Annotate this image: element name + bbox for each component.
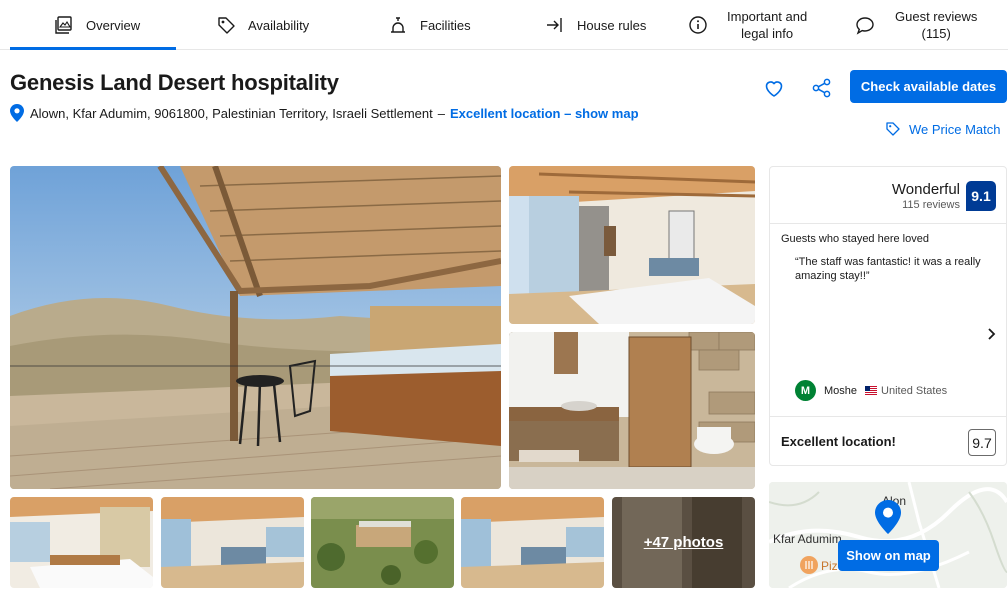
tab-label: Guest reviews (115) xyxy=(895,8,977,42)
page-title: Genesis Land Desert hospitality xyxy=(10,70,339,95)
divider xyxy=(770,223,1006,224)
bedroom-image xyxy=(509,166,755,324)
photo-bedroom-view[interactable] xyxy=(509,166,755,324)
location-score-label: Excellent location! xyxy=(781,434,896,449)
guests-loved-heading: Guests who stayed here loved xyxy=(781,233,929,245)
bell-icon xyxy=(386,13,410,37)
more-photos-link[interactable]: +47 photos xyxy=(612,497,755,588)
enter-icon xyxy=(543,13,567,37)
tab-label-line1: Important and xyxy=(727,9,808,24)
rating-word: Wonderful xyxy=(891,181,960,198)
tab-facilities[interactable]: Facilities xyxy=(386,0,471,50)
tag-icon xyxy=(214,13,238,37)
tab-important-info[interactable]: Important and legal info xyxy=(686,0,807,50)
location-score-badge: 9.7 xyxy=(968,429,996,456)
us-flag-icon xyxy=(865,386,878,395)
avatar: M xyxy=(795,380,816,401)
tab-label: Availability xyxy=(248,17,310,33)
check-available-dates-button[interactable]: Check available dates xyxy=(850,70,1007,103)
review-score-card: Wonderful 115 reviews 9.1 Guests who sta… xyxy=(769,166,1007,466)
heart-icon xyxy=(765,81,783,97)
save-to-wishlist-button[interactable] xyxy=(762,76,786,100)
tab-label: Overview xyxy=(86,17,141,33)
thumbnail-image xyxy=(161,497,304,588)
address-separator: – xyxy=(437,105,445,121)
thumbnail-2-living-area[interactable] xyxy=(161,497,304,588)
bathroom-image xyxy=(509,332,755,489)
reviewer-info: M Moshe United States xyxy=(795,380,947,401)
review-quote: “The staff was fantastic! it was a reall… xyxy=(795,256,981,282)
tab-label: House rules xyxy=(577,17,647,33)
tab-label: Important and legal info xyxy=(727,8,807,42)
share-icon xyxy=(812,78,831,98)
thumbnail-5-more-photos[interactable]: +47 photos xyxy=(612,497,755,588)
map-label-pizza: Piz xyxy=(821,559,838,573)
review-count[interactable]: 115 reviews xyxy=(902,199,960,211)
thumbnail-1-bedroom[interactable] xyxy=(10,497,153,588)
speech-bubble-icon xyxy=(853,13,877,37)
overview-icon xyxy=(52,13,76,37)
thumbnail-image xyxy=(461,497,604,588)
share-button[interactable] xyxy=(810,76,834,100)
map-pin-icon xyxy=(875,500,901,534)
thumbnail-4-living-area[interactable] xyxy=(461,497,604,588)
tab-label: Facilities xyxy=(420,17,471,33)
thumbnail-3-exterior[interactable] xyxy=(311,497,454,588)
tab-label-line2: (115) xyxy=(921,26,951,41)
reviewer-country: United States xyxy=(865,385,947,397)
tab-guest-reviews[interactable]: Guest reviews (115) xyxy=(853,0,977,50)
terrace-jacuzzi-image xyxy=(10,166,501,489)
property-nav-tabs: Overview Availability Facilities House r… xyxy=(0,0,1008,50)
photo-bathroom[interactable] xyxy=(509,332,755,489)
property-address: Alown, Kfar Adumim, 9061800, Palestinian… xyxy=(10,104,639,122)
tab-availability[interactable]: Availability xyxy=(214,0,309,50)
price-tag-icon xyxy=(886,122,900,136)
reviewer-name: Moshe xyxy=(824,384,858,397)
map-preview[interactable]: Kfar Adumim Alon Piz Show on map xyxy=(769,482,1007,588)
tab-overview[interactable]: Overview xyxy=(52,0,140,50)
tab-house-rules[interactable]: House rules xyxy=(543,0,646,50)
location-pin-icon xyxy=(10,104,24,122)
info-icon xyxy=(686,13,710,37)
thumbnail-image xyxy=(311,497,454,588)
thumbnail-image xyxy=(10,497,153,588)
review-score-badge: 9.1 xyxy=(966,181,996,211)
country-name: United States xyxy=(881,384,948,397)
tab-label-line2: legal info xyxy=(741,26,794,41)
map-label-kfar-adumim: Kfar Adumim xyxy=(773,532,842,546)
divider xyxy=(770,416,1006,417)
price-match-link[interactable]: We Price Match xyxy=(885,121,1001,137)
active-tab-indicator xyxy=(10,47,176,50)
main-photo-terrace[interactable] xyxy=(10,166,501,489)
show-map-link[interactable]: Excellent location – show map xyxy=(450,106,639,121)
chevron-right-icon[interactable] xyxy=(986,327,998,341)
show-on-map-button[interactable]: Show on map xyxy=(838,540,939,571)
tab-label-line1: Guest reviews xyxy=(895,9,978,24)
price-match-label: We Price Match xyxy=(909,121,1001,137)
address-text: Alown, Kfar Adumim, 9061800, Palestinian… xyxy=(30,105,433,121)
